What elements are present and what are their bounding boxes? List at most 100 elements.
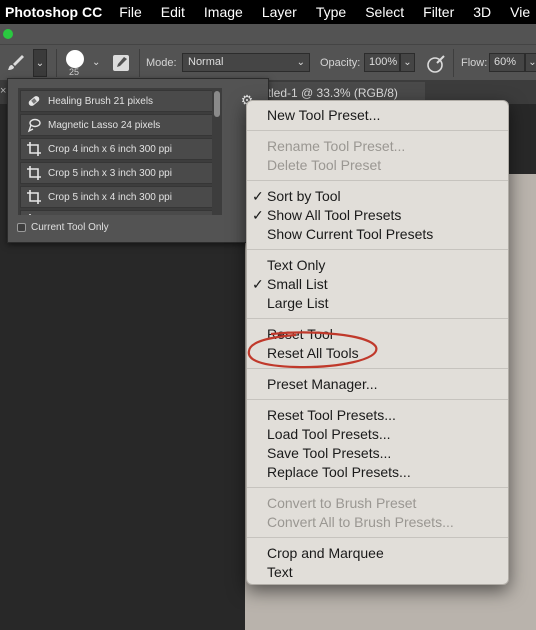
menu-item-label: Load Tool Presets... — [267, 426, 391, 442]
opacity-dropdown-button[interactable]: ⌄ — [400, 53, 415, 72]
menu-item-save-tool-presets[interactable]: Save Tool Presets... — [247, 444, 508, 463]
opacity-label: Opacity: — [320, 57, 361, 69]
menu-item-label: Sort by Tool — [267, 188, 341, 204]
mode-label: Mode: — [146, 57, 177, 69]
menu-edit[interactable]: Edit — [161, 4, 185, 20]
menu-layer[interactable]: Layer — [262, 4, 297, 20]
menu-item-label: Delete Tool Preset — [267, 157, 382, 173]
menu-item-delete-tool-preset: Delete Tool Preset — [247, 156, 508, 175]
menu-item-label: Show All Tool Presets — [267, 207, 402, 223]
menu-item-label: Preset Manager... — [267, 376, 378, 392]
menu-item-label: Large List — [267, 295, 329, 311]
menu-item-show-current-tool-presets[interactable]: Show Current Tool Presets — [247, 225, 508, 244]
menu-item-small-list[interactable]: ✓ Small List — [247, 275, 508, 294]
menu-separator — [247, 130, 508, 131]
menu-item-label: Rename Tool Preset... — [267, 138, 406, 154]
menu-item-crop-and-marquee[interactable]: Crop and Marquee — [247, 544, 508, 563]
menu-item-text-only[interactable]: Text Only — [247, 256, 508, 275]
menu-item-replace-tool-presets[interactable]: Replace Tool Presets... — [247, 463, 508, 482]
crop-icon — [23, 163, 45, 183]
menu-separator — [247, 249, 508, 250]
annotation-circle — [247, 331, 378, 369]
checkmark-icon: ✓ — [252, 276, 264, 292]
preset-label: Crop 5 inch x 4 inch 300 ppi — [48, 191, 172, 203]
menu-item-load-tool-presets[interactable]: Load Tool Presets... — [247, 425, 508, 444]
flow-field[interactable]: 60% — [489, 53, 525, 72]
mode-select[interactable]: Normal ⌄ — [182, 53, 310, 72]
brush-size-label: 25 — [69, 67, 80, 77]
preset-item-healing-brush[interactable]: Healing Brush 21 pixels — [20, 90, 218, 112]
preset-item-crop-4x6[interactable]: Crop 4 inch x 6 inch 300 ppi — [20, 138, 218, 160]
divider — [56, 49, 57, 77]
menu-item-label: Show Current Tool Presets — [267, 226, 434, 242]
zoom-window-button[interactable] — [3, 29, 13, 39]
preset-label: Magnetic Lasso 24 pixels — [48, 119, 161, 131]
menu-item-label: Crop and Marquee — [267, 545, 384, 561]
tool-options-bar: ⌄ 25 ⌄ Mode: Normal ⌄ Opacity: 100% ⌄ Fl… — [0, 44, 536, 80]
menu-item-label: Replace Tool Presets... — [267, 464, 411, 480]
current-tool-only-checkbox[interactable] — [17, 223, 26, 232]
preset-item-crop-5x4[interactable]: Crop 5 inch x 4 inch 300 ppi — [20, 186, 218, 208]
brush-settings-icon[interactable] — [112, 54, 132, 72]
scrollbar-thumb[interactable] — [214, 91, 220, 117]
checkmark-icon: ✓ — [252, 207, 264, 223]
crop-icon — [23, 139, 45, 159]
mode-value: Normal — [188, 56, 224, 68]
flow-dropdown-button[interactable]: ⌄ — [525, 53, 536, 72]
preset-item-magnetic-lasso[interactable]: Magnetic Lasso 24 pixels — [20, 114, 218, 136]
menu-item-rename-tool-preset: Rename Tool Preset... — [247, 137, 508, 156]
menu-item-show-all-tool-presets[interactable]: ✓ Show All Tool Presets — [247, 206, 508, 225]
crop-icon — [23, 211, 45, 215]
menu-item-new-tool-preset[interactable]: New Tool Preset... — [247, 106, 508, 125]
current-tool-only-label: Current Tool Only — [31, 222, 109, 233]
close-tab-icon[interactable]: × — [0, 85, 6, 97]
preset-item-partial[interactable] — [20, 210, 218, 215]
brush-tool-icon[interactable] — [6, 53, 30, 75]
preset-list[interactable]: Healing Brush 21 pixels Magnetic Lasso 2… — [18, 88, 218, 215]
menu-3d[interactable]: 3D — [473, 4, 491, 20]
preset-label: Crop 4 inch x 6 inch 300 ppi — [48, 143, 172, 155]
menu-item-sort-by-tool[interactable]: ✓ Sort by Tool — [247, 187, 508, 206]
brush-preview-icon[interactable] — [66, 50, 84, 68]
menu-item-convert-to-brush-preset: Convert to Brush Preset — [247, 494, 508, 513]
checkmark-icon: ✓ — [252, 188, 264, 204]
menu-type[interactable]: Type — [316, 4, 346, 20]
crop-icon — [23, 187, 45, 207]
preset-item-crop-5x3[interactable]: Crop 5 inch x 3 inch 300 ppi — [20, 162, 218, 184]
menu-select[interactable]: Select — [365, 4, 404, 20]
magnetic-lasso-icon — [23, 115, 45, 135]
preset-label: Crop 5 inch x 3 inch 300 ppi — [48, 167, 172, 179]
menu-separator — [247, 487, 508, 488]
menu-view[interactable]: Vie — [510, 4, 530, 20]
divider — [453, 49, 454, 77]
menu-file[interactable]: File — [119, 4, 142, 20]
menu-item-preset-manager[interactable]: Preset Manager... — [247, 375, 508, 394]
menu-item-label: Convert All to Brush Presets... — [267, 514, 454, 530]
chevron-down-icon[interactable]: ⌄ — [92, 57, 100, 68]
menu-item-reset-tool-presets[interactable]: Reset Tool Presets... — [247, 406, 508, 425]
menu-item-text[interactable]: Text — [247, 563, 508, 582]
menu-separator — [247, 180, 508, 181]
chevron-down-icon: ⌄ — [35, 57, 45, 69]
menu-separator — [247, 318, 508, 319]
current-tool-only-row[interactable]: Current Tool Only — [17, 222, 109, 233]
menu-item-label: Save Tool Presets... — [267, 445, 392, 461]
tool-preset-picker-panel: Healing Brush 21 pixels Magnetic Lasso 2… — [7, 78, 269, 243]
healing-brush-icon — [23, 91, 45, 111]
chevron-down-icon: ⌄ — [296, 57, 305, 68]
menu-item-label: Small List — [267, 276, 328, 292]
photoshop-window: Photoshop CC File Edit Image Layer Type … — [0, 0, 536, 630]
menu-filter[interactable]: Filter — [423, 4, 454, 20]
flow-label: Flow: — [461, 57, 488, 69]
app-name-menu[interactable]: Photoshop CC — [5, 4, 102, 20]
menu-item-convert-all-to-brush-presets: Convert All to Brush Presets... — [247, 513, 508, 532]
macos-menu-bar: Photoshop CC File Edit Image Layer Type … — [0, 0, 536, 24]
opacity-field[interactable]: 100% — [364, 53, 400, 72]
divider — [139, 49, 140, 77]
tool-preset-picker-button[interactable]: ⌄ — [33, 49, 47, 77]
menu-item-large-list[interactable]: Large List — [247, 294, 508, 313]
pressure-opacity-icon[interactable] — [425, 53, 447, 75]
preset-label: Healing Brush 21 pixels — [48, 95, 154, 107]
menu-item-label: Text Only — [267, 257, 326, 273]
menu-image[interactable]: Image — [204, 4, 243, 20]
